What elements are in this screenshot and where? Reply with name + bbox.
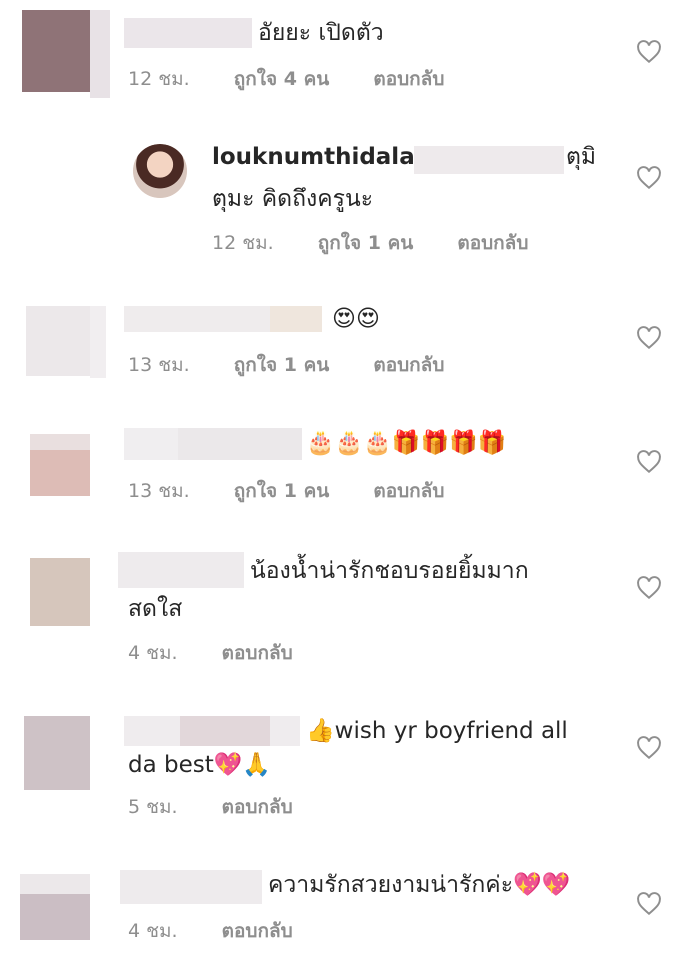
heart-outline-icon[interactable] — [636, 892, 662, 916]
likes-count[interactable]: ถูกใจ 1 คน — [234, 476, 330, 506]
timestamp: 13 ชม. — [128, 480, 190, 502]
reply-button[interactable]: ตอบกลับ — [457, 228, 528, 258]
likes-count[interactable]: ถูกใจ 4 คน — [234, 64, 330, 94]
comment-text: 👍wish yr boyfriend all — [306, 718, 568, 744]
comment-text: 😍😍 — [332, 306, 380, 332]
timestamp: 4 ชม. — [128, 642, 178, 664]
reply-button[interactable]: ตอบกลับ — [222, 916, 293, 946]
heart-outline-icon[interactable] — [636, 326, 662, 350]
comment-meta: 12 ชม. ถูกใจ 4 คน ตอบกลับ — [128, 64, 444, 94]
comment-meta: 12 ชม. ถูกใจ 1 คน ตอบกลับ — [212, 228, 528, 258]
heart-outline-icon[interactable] — [636, 450, 662, 474]
comment-meta: 4 ชม. ตอบกลับ — [128, 638, 293, 668]
comment-text: ตุมิ — [566, 144, 597, 170]
timestamp: 5 ชม. — [128, 796, 178, 818]
comment-text: น้องน้ำน่ารักชอบรอยยิ้มมาก — [250, 558, 529, 584]
avatar — [90, 10, 110, 98]
timestamp: 12 ชม. — [212, 232, 274, 254]
username[interactable] — [270, 716, 300, 746]
heart-outline-icon[interactable] — [636, 736, 662, 760]
timestamp: 13 ชม. — [128, 354, 190, 376]
reply-button[interactable]: ตอบกลับ — [222, 638, 293, 668]
reply-button[interactable]: ตอบกลับ — [222, 792, 293, 822]
reply-button[interactable]: ตอบกลับ — [373, 64, 444, 94]
username[interactable] — [118, 552, 244, 588]
username[interactable] — [124, 428, 178, 460]
likes-count[interactable]: ถูกใจ 1 คน — [234, 350, 330, 380]
avatar[interactable] — [24, 716, 90, 790]
username[interactable] — [270, 306, 322, 332]
comment-meta: 5 ชม. ตอบกลับ — [128, 792, 293, 822]
heart-outline-icon[interactable] — [636, 40, 662, 64]
username[interactable] — [180, 716, 270, 746]
username[interactable] — [120, 870, 262, 904]
avatar — [90, 306, 106, 378]
avatar[interactable] — [22, 10, 90, 92]
timestamp: 4 ชม. — [128, 920, 178, 942]
avatar — [20, 894, 90, 940]
reply-button[interactable]: ตอบกลับ — [373, 350, 444, 380]
heart-outline-icon[interactable] — [636, 166, 662, 190]
username[interactable] — [124, 18, 252, 48]
timestamp: 12 ชม. — [128, 68, 190, 90]
username[interactable] — [178, 428, 302, 460]
comment-text: สดใส — [128, 596, 183, 622]
comment-meta: 13 ชม. ถูกใจ 1 คน ตอบกลับ — [128, 350, 444, 380]
comment-text: 🎂🎂🎂🎁🎁🎁🎁 — [306, 430, 507, 456]
comment-meta: 4 ชม. ตอบกลับ — [128, 916, 293, 946]
avatar[interactable] — [133, 144, 187, 198]
avatar[interactable] — [26, 306, 90, 376]
username[interactable]: louknumthidalat — [212, 140, 426, 174]
comment-text: ความรักสวยงามน่ารักค่ะ💖💖 — [268, 872, 571, 898]
avatar — [30, 450, 90, 496]
comment-text: da best💖🙏 — [128, 752, 272, 778]
avatar[interactable] — [30, 558, 90, 626]
comment-text: ตุมะ คิดถึงครูนะ — [212, 186, 374, 212]
comment-text: อัยยะ เปิดตัว — [258, 20, 384, 46]
comment-meta: 13 ชม. ถูกใจ 1 คน ตอบกลับ — [128, 476, 444, 506]
reply-button[interactable]: ตอบกลับ — [373, 476, 444, 506]
heart-outline-icon[interactable] — [636, 576, 662, 600]
username[interactable] — [124, 716, 180, 746]
mention[interactable] — [414, 146, 564, 174]
likes-count[interactable]: ถูกใจ 1 คน — [318, 228, 414, 258]
username[interactable] — [124, 306, 270, 332]
